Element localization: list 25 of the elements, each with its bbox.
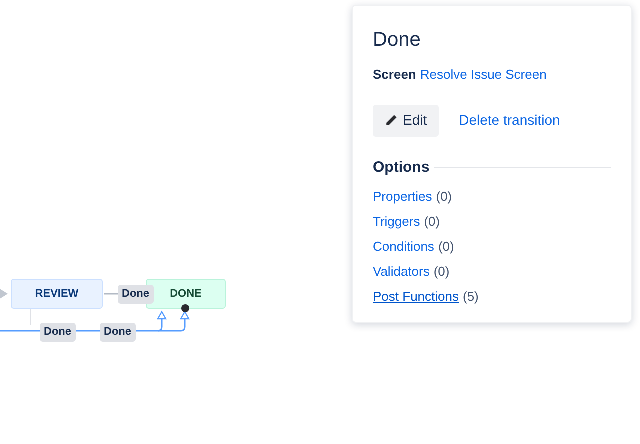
option-count: (0) (438, 238, 454, 256)
option-link[interactable]: Properties (373, 187, 432, 206)
connector-line (104, 293, 118, 295)
transition-label[interactable]: Done (100, 323, 136, 342)
connector-line (30, 308, 32, 326)
screen-label: Screen (373, 66, 416, 84)
option-link[interactable]: Triggers (373, 212, 420, 231)
delete-transition-link[interactable]: Delete transition (459, 110, 560, 131)
option-link[interactable]: Post Functions (373, 287, 459, 306)
pencil-icon (385, 114, 398, 127)
arrow-head-icon (0, 289, 8, 299)
option-count: (5) (463, 288, 479, 306)
option-count: (0) (434, 263, 450, 281)
option-link[interactable]: Conditions (373, 237, 434, 256)
option-count: (0) (436, 188, 452, 206)
transition-label[interactable]: Done (118, 285, 154, 304)
option-count: (0) (424, 213, 440, 231)
status-node[interactable]: REVIEW (11, 279, 103, 309)
panel-title: Done (373, 28, 422, 52)
options-heading: Options (373, 158, 430, 178)
screen-link[interactable]: Resolve Issue Screen (420, 65, 547, 84)
edit-button[interactable]: Edit (373, 104, 440, 136)
option-link[interactable]: Validators (373, 262, 430, 281)
connection-dot-icon (182, 304, 190, 312)
transition-label[interactable]: Done (40, 323, 76, 342)
